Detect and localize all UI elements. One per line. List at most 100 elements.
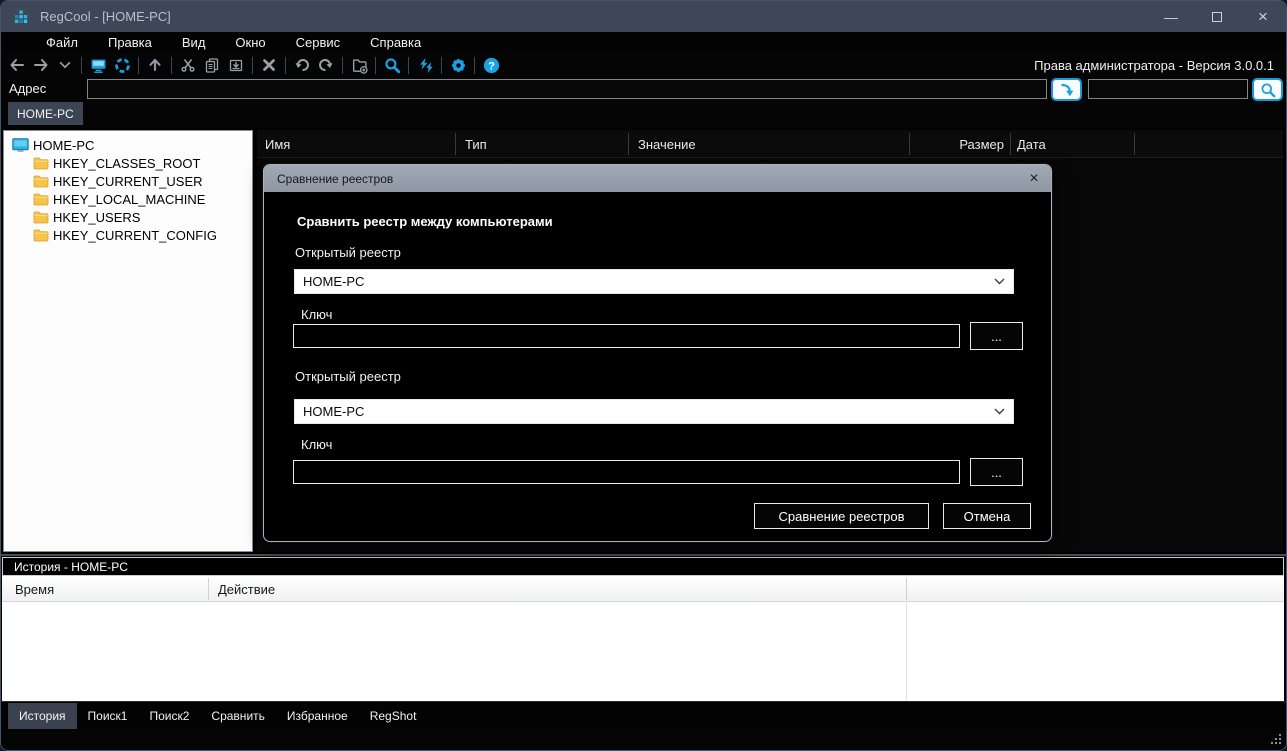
tab-regshot[interactable]: RegShot (359, 703, 428, 729)
column-action[interactable]: Действие (218, 582, 275, 597)
go-to-address-button[interactable] (1051, 78, 1082, 101)
settings-icon[interactable] (446, 54, 470, 76)
key2-browse-button[interactable]: ... (970, 458, 1023, 486)
key1-browse-button[interactable]: ... (970, 322, 1023, 350)
svg-text:?: ? (488, 60, 495, 72)
menu-file[interactable]: Файл (31, 33, 93, 52)
computer-icon (12, 138, 29, 153)
refresh-icon[interactable] (413, 54, 437, 76)
maximize-icon (1212, 12, 1222, 22)
magnifier-icon (1260, 82, 1276, 98)
minimize-button[interactable]: — (1148, 1, 1194, 32)
compare-button[interactable]: Сравнение реестров (754, 503, 929, 529)
column-size[interactable]: Размер (910, 137, 1004, 152)
registry1-select[interactable]: HOME-PC (294, 269, 1014, 294)
folder-icon (33, 156, 49, 170)
back-icon[interactable] (5, 54, 29, 76)
maximize-button[interactable] (1194, 1, 1240, 32)
registry-tab-home-pc[interactable]: HOME-PC (8, 102, 83, 125)
forward-icon[interactable] (29, 54, 53, 76)
resize-grip-icon[interactable] (1269, 733, 1282, 746)
tree-item-hkey-current-user[interactable]: HKEY_CURRENT_USER (4, 172, 252, 190)
import-icon[interactable] (224, 54, 248, 76)
close-button[interactable]: × (1240, 1, 1286, 32)
tab-search1[interactable]: Поиск1 (77, 703, 139, 729)
toolbar-separator (138, 57, 139, 74)
tree-item-hkey-classes-root[interactable]: HKEY_CLASSES_ROOT (4, 154, 252, 172)
address-label: Адрес (9, 81, 46, 96)
history-panel: История - HOME-PC Время Действие (1, 554, 1286, 701)
key2-label: Ключ (301, 437, 332, 452)
delete-icon[interactable] (257, 54, 281, 76)
local-computer-icon[interactable] (86, 54, 110, 76)
tree-item-root[interactable]: HOME-PC (4, 136, 252, 154)
history-list[interactable] (2, 602, 1284, 701)
admin-version-text: Права администратора - Версия 3.0.0.1 (1034, 58, 1286, 73)
toolbar-separator (408, 57, 409, 74)
toolbar-separator (285, 57, 286, 74)
column-date[interactable]: Дата (1017, 137, 1046, 152)
tab-history[interactable]: История (8, 703, 77, 729)
tab-favorites[interactable]: Избранное (276, 703, 359, 729)
expand-down-icon[interactable] (53, 54, 77, 76)
menu-help[interactable]: Справка (355, 33, 436, 52)
column-value[interactable]: Значение (638, 137, 696, 152)
bottom-tab-bar: История Поиск1 Поиск2 Сравнить Избранное… (1, 701, 1286, 730)
up-one-level-icon[interactable] (143, 54, 167, 76)
cancel-button[interactable]: Отмена (943, 503, 1031, 529)
registry2-select[interactable]: HOME-PC (294, 399, 1014, 424)
cut-icon[interactable] (176, 54, 200, 76)
menu-edit[interactable]: Правка (93, 33, 167, 52)
history-panel-title: История - HOME-PC (2, 557, 1284, 576)
tree-item-hkey-users[interactable]: HKEY_USERS (4, 208, 252, 226)
quick-search-button[interactable] (1252, 78, 1283, 101)
column-name[interactable]: Имя (265, 137, 290, 152)
status-bar (1, 730, 1286, 750)
tree-item-hkey-local-machine[interactable]: HKEY_LOCAL_MACHINE (4, 190, 252, 208)
menu-view[interactable]: Вид (167, 33, 221, 52)
compare-registries-dialog: Сравнение реестров × Сравнить реестр меж… (263, 164, 1052, 542)
tree-item-hkey-current-config[interactable]: HKEY_CURRENT_CONFIG (4, 226, 252, 244)
toolbar-separator (342, 57, 343, 74)
tab-search2[interactable]: Поиск2 (138, 703, 200, 729)
dialog-title: Сравнение реестров (277, 172, 393, 186)
column-time[interactable]: Время (15, 582, 54, 597)
folder-icon (33, 192, 49, 206)
undo-icon[interactable] (290, 54, 314, 76)
address-input[interactable] (87, 79, 1047, 99)
connect-registry-icon[interactable] (110, 54, 134, 76)
titlebar: RegCool - [HOME-PC] — × (1, 1, 1286, 32)
column-type[interactable]: Тип (465, 137, 487, 152)
folder-icon (33, 228, 49, 242)
toolbar-separator (81, 57, 82, 74)
toolbar-separator (252, 57, 253, 74)
menu-window[interactable]: Окно (220, 33, 280, 52)
key1-label: Ключ (301, 307, 332, 322)
values-header: Имя Тип Значение Размер Дата (257, 130, 1283, 158)
toolbar-separator (474, 57, 475, 74)
folder-icon (33, 210, 49, 224)
registry-tab-row: HOME-PC (1, 101, 1286, 128)
menu-service[interactable]: Сервис (281, 33, 356, 52)
redo-icon[interactable] (314, 54, 338, 76)
tab-compare[interactable]: Сравнить (200, 703, 275, 729)
address-bar: Адрес (1, 77, 1286, 101)
key2-input[interactable] (293, 460, 960, 484)
history-header: Время Действие (2, 576, 1284, 602)
chevron-down-icon (994, 278, 1005, 285)
window-title: RegCool - [HOME-PC] (40, 9, 171, 24)
go-arrow-icon (1059, 82, 1075, 98)
window-controls: — × (1148, 1, 1286, 32)
quick-search-input[interactable] (1088, 79, 1248, 99)
registry2-label: Открытый реестр (295, 369, 401, 384)
dialog-titlebar[interactable]: Сравнение реестров × (264, 165, 1051, 192)
dialog-close-icon[interactable]: × (1017, 165, 1051, 192)
help-icon[interactable]: ? (479, 54, 503, 76)
search-icon[interactable] (380, 54, 404, 76)
key1-input[interactable] (293, 324, 960, 348)
registry-tree: HOME-PC HKEY_CLASSES_ROOT HKEY_CURRENT_U… (3, 130, 253, 552)
copy-icon[interactable] (200, 54, 224, 76)
new-key-icon[interactable] (347, 54, 371, 76)
chevron-down-icon (994, 408, 1005, 415)
toolbar-separator (441, 57, 442, 74)
